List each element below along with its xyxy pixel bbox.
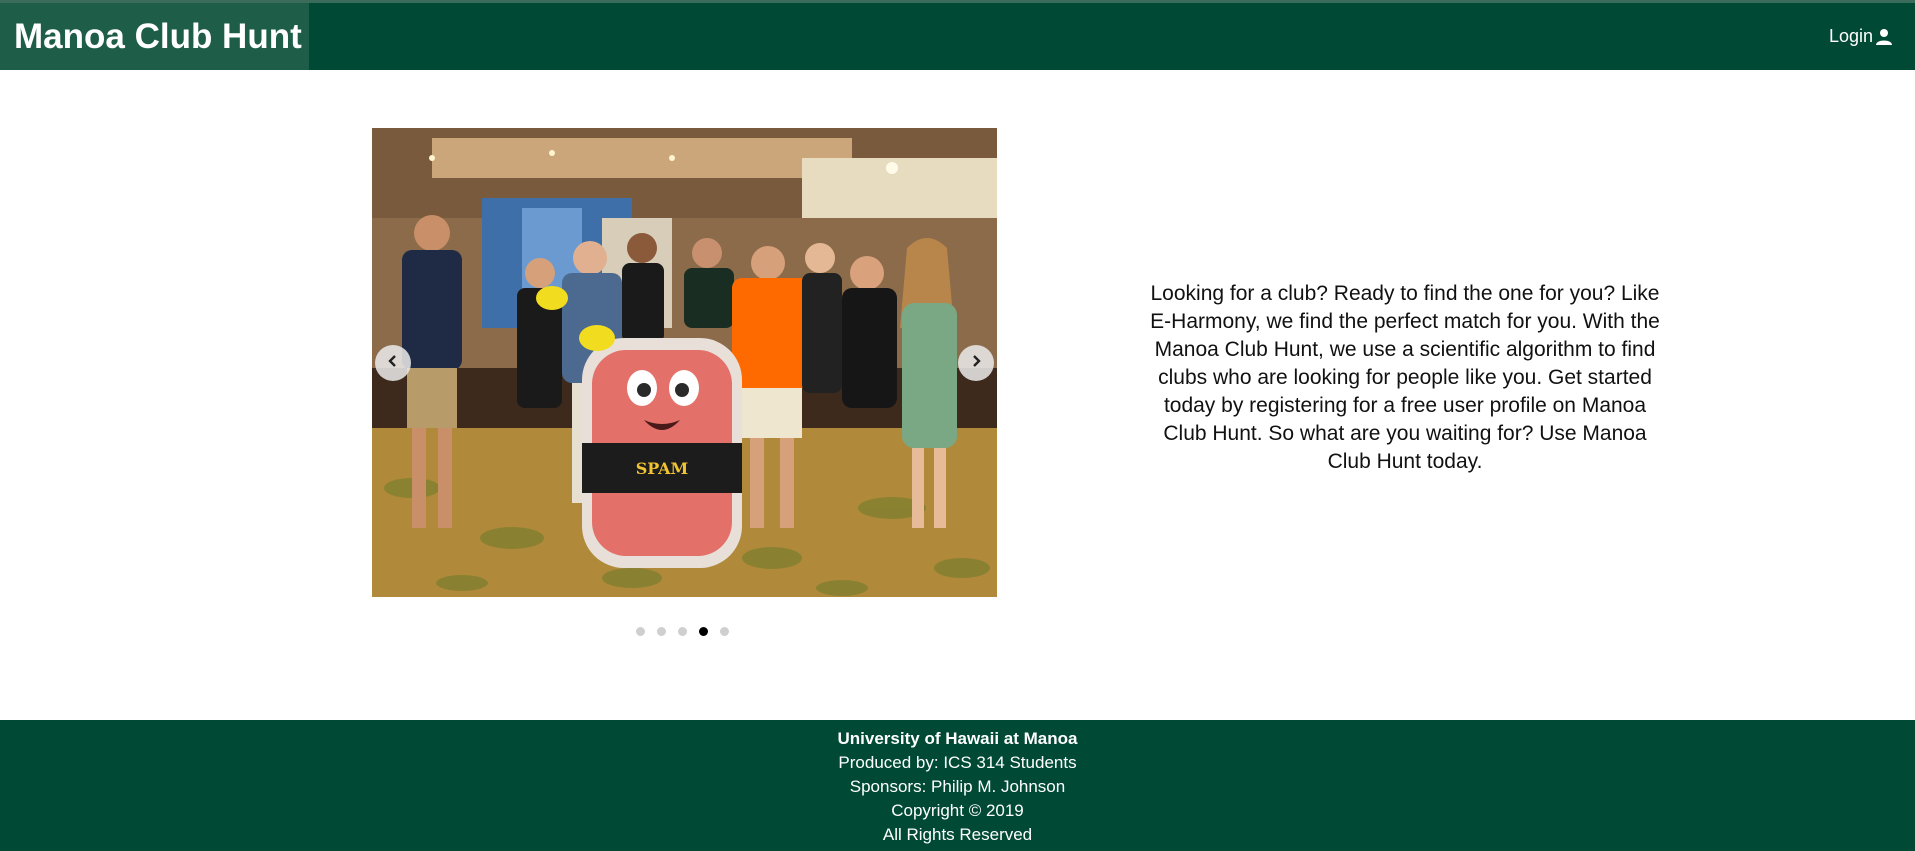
carousel-dot[interactable] (657, 627, 666, 636)
image-carousel: SPAM (372, 128, 997, 597)
footer-produced-by: Produced by: ICS 314 Students (838, 753, 1077, 772)
login-button[interactable]: Login (1829, 3, 1893, 70)
brand-link[interactable]: Manoa Club Hunt (0, 3, 309, 70)
carousel-slide-image: SPAM (372, 128, 997, 597)
carousel-next-button[interactable] (958, 345, 994, 381)
footer-rights: All Rights Reserved (882, 825, 1033, 844)
chevron-right-icon (969, 354, 983, 373)
carousel-dot-active[interactable] (699, 627, 708, 636)
mascot-label: SPAM (636, 459, 689, 478)
login-label: Login (1828, 26, 1873, 46)
carousel-dot[interactable] (636, 627, 645, 636)
mascot-figure: SPAM (582, 338, 742, 568)
navbar: Manoa Club Hunt Login (0, 0, 1915, 70)
footer: University of Hawaii at Manoa Produced b… (0, 720, 1915, 851)
footer-org: University of Hawaii at Manoa (837, 729, 1078, 748)
carousel-dot[interactable] (678, 627, 687, 636)
user-icon (1875, 28, 1893, 46)
carousel-dot[interactable] (720, 627, 729, 636)
footer-copyright: Copyright © 2019 (891, 801, 1024, 820)
chevron-left-icon (386, 354, 400, 373)
carousel-prev-button[interactable] (375, 345, 411, 381)
footer-sponsors: Sponsors: Philip M. Johnson (849, 777, 1066, 796)
intro-text: Looking for a club? Ready to find the on… (1150, 282, 1660, 473)
carousel-indicators (636, 627, 729, 636)
